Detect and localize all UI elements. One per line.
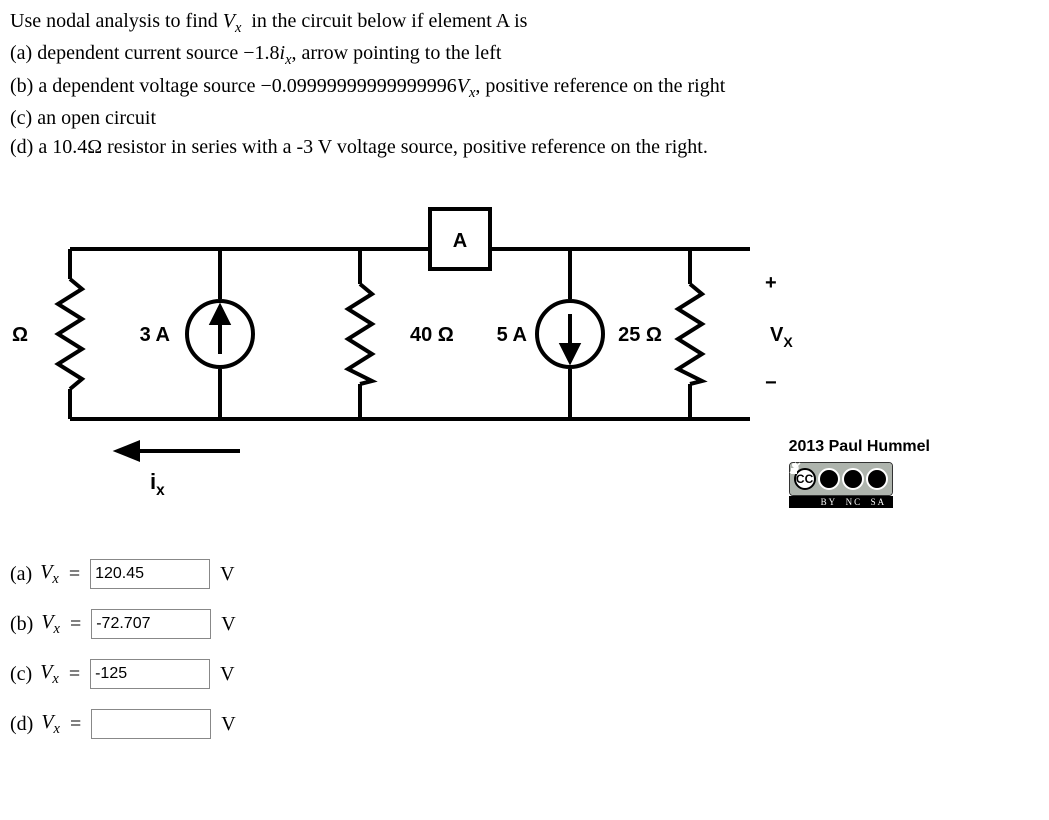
- answer-a-unit: V: [220, 563, 234, 586]
- answer-b-label: (b): [10, 613, 33, 636]
- credit-text: 2013 Paul Hummel: [789, 438, 930, 456]
- part-d-r: 10.4Ω: [52, 136, 102, 158]
- answer-a-input[interactable]: [90, 559, 210, 589]
- problem-statement: Use nodal analysis to find Vx in the cir…: [10, 8, 1039, 161]
- answer-c-label: (c): [10, 663, 32, 686]
- part-a-pre: (a) dependent current source: [10, 42, 243, 64]
- answer-row-d: (d) Vx = V: [10, 709, 1039, 739]
- part-a-val: −1.8: [243, 42, 279, 64]
- answer-b-unit: V: [221, 613, 235, 636]
- part-d-pre: (d) a: [10, 136, 52, 158]
- line1-post: in the circuit below if element A is: [246, 10, 527, 32]
- answer-c-unit: V: [220, 663, 234, 686]
- r2-label: 40 Ω: [410, 324, 454, 346]
- element-a-label: A: [453, 230, 467, 252]
- answers-block: (a) Vx = V (b) Vx = V (c) Vx = V (d) Vx …: [10, 559, 1039, 739]
- part-b-pre: (b) a dependent voltage source: [10, 75, 260, 97]
- answer-d-label: (d): [10, 713, 33, 736]
- r3-label: 25 Ω: [618, 324, 662, 346]
- vx-plus: +: [765, 272, 777, 294]
- answer-d-unit: V: [221, 713, 235, 736]
- r1-label: 10 Ω: [10, 324, 28, 346]
- vx-label: VX: [770, 324, 793, 350]
- cc-badge: CC $ BY NC SA: [789, 462, 893, 508]
- answer-c-input[interactable]: [90, 659, 210, 689]
- line1-pre: Use nodal analysis to find: [10, 10, 223, 32]
- answer-row-a: (a) Vx = V: [10, 559, 1039, 589]
- answer-d-input[interactable]: [91, 709, 211, 739]
- answer-b-input[interactable]: [91, 609, 211, 639]
- ix-label: ix: [150, 469, 165, 499]
- by-icon: [818, 468, 840, 490]
- part-b-val: −0.09999999999999996: [260, 75, 456, 97]
- part-c: (c) an open circuit: [10, 105, 1039, 132]
- cc-strip: BY NC SA: [789, 496, 893, 508]
- vx-minus: −: [765, 372, 777, 394]
- vx-sub: x: [235, 20, 241, 36]
- circuit-diagram: A 10 Ω 3 A 40 Ω 5 A 25 Ω + VX − ix 2013 …: [10, 189, 930, 519]
- credits-block: 2013 Paul Hummel CC $ BY NC: [789, 438, 930, 511]
- vx-var: V: [223, 10, 235, 32]
- src2-label: 5 A: [497, 324, 527, 346]
- part-d-mid: resistor in series with a -3 V voltage s…: [102, 136, 708, 158]
- part-b-var: V: [457, 75, 469, 97]
- nc-icon: $: [842, 468, 864, 490]
- answer-a-label: (a): [10, 563, 32, 586]
- src1-label: 3 A: [140, 324, 170, 346]
- sa-icon: [866, 468, 888, 490]
- part-b-post: , positive reference on the right: [475, 75, 725, 97]
- answer-row-c: (c) Vx = V: [10, 659, 1039, 689]
- answer-row-b: (b) Vx = V: [10, 609, 1039, 639]
- part-a-post: , arrow pointing to the left: [291, 42, 501, 64]
